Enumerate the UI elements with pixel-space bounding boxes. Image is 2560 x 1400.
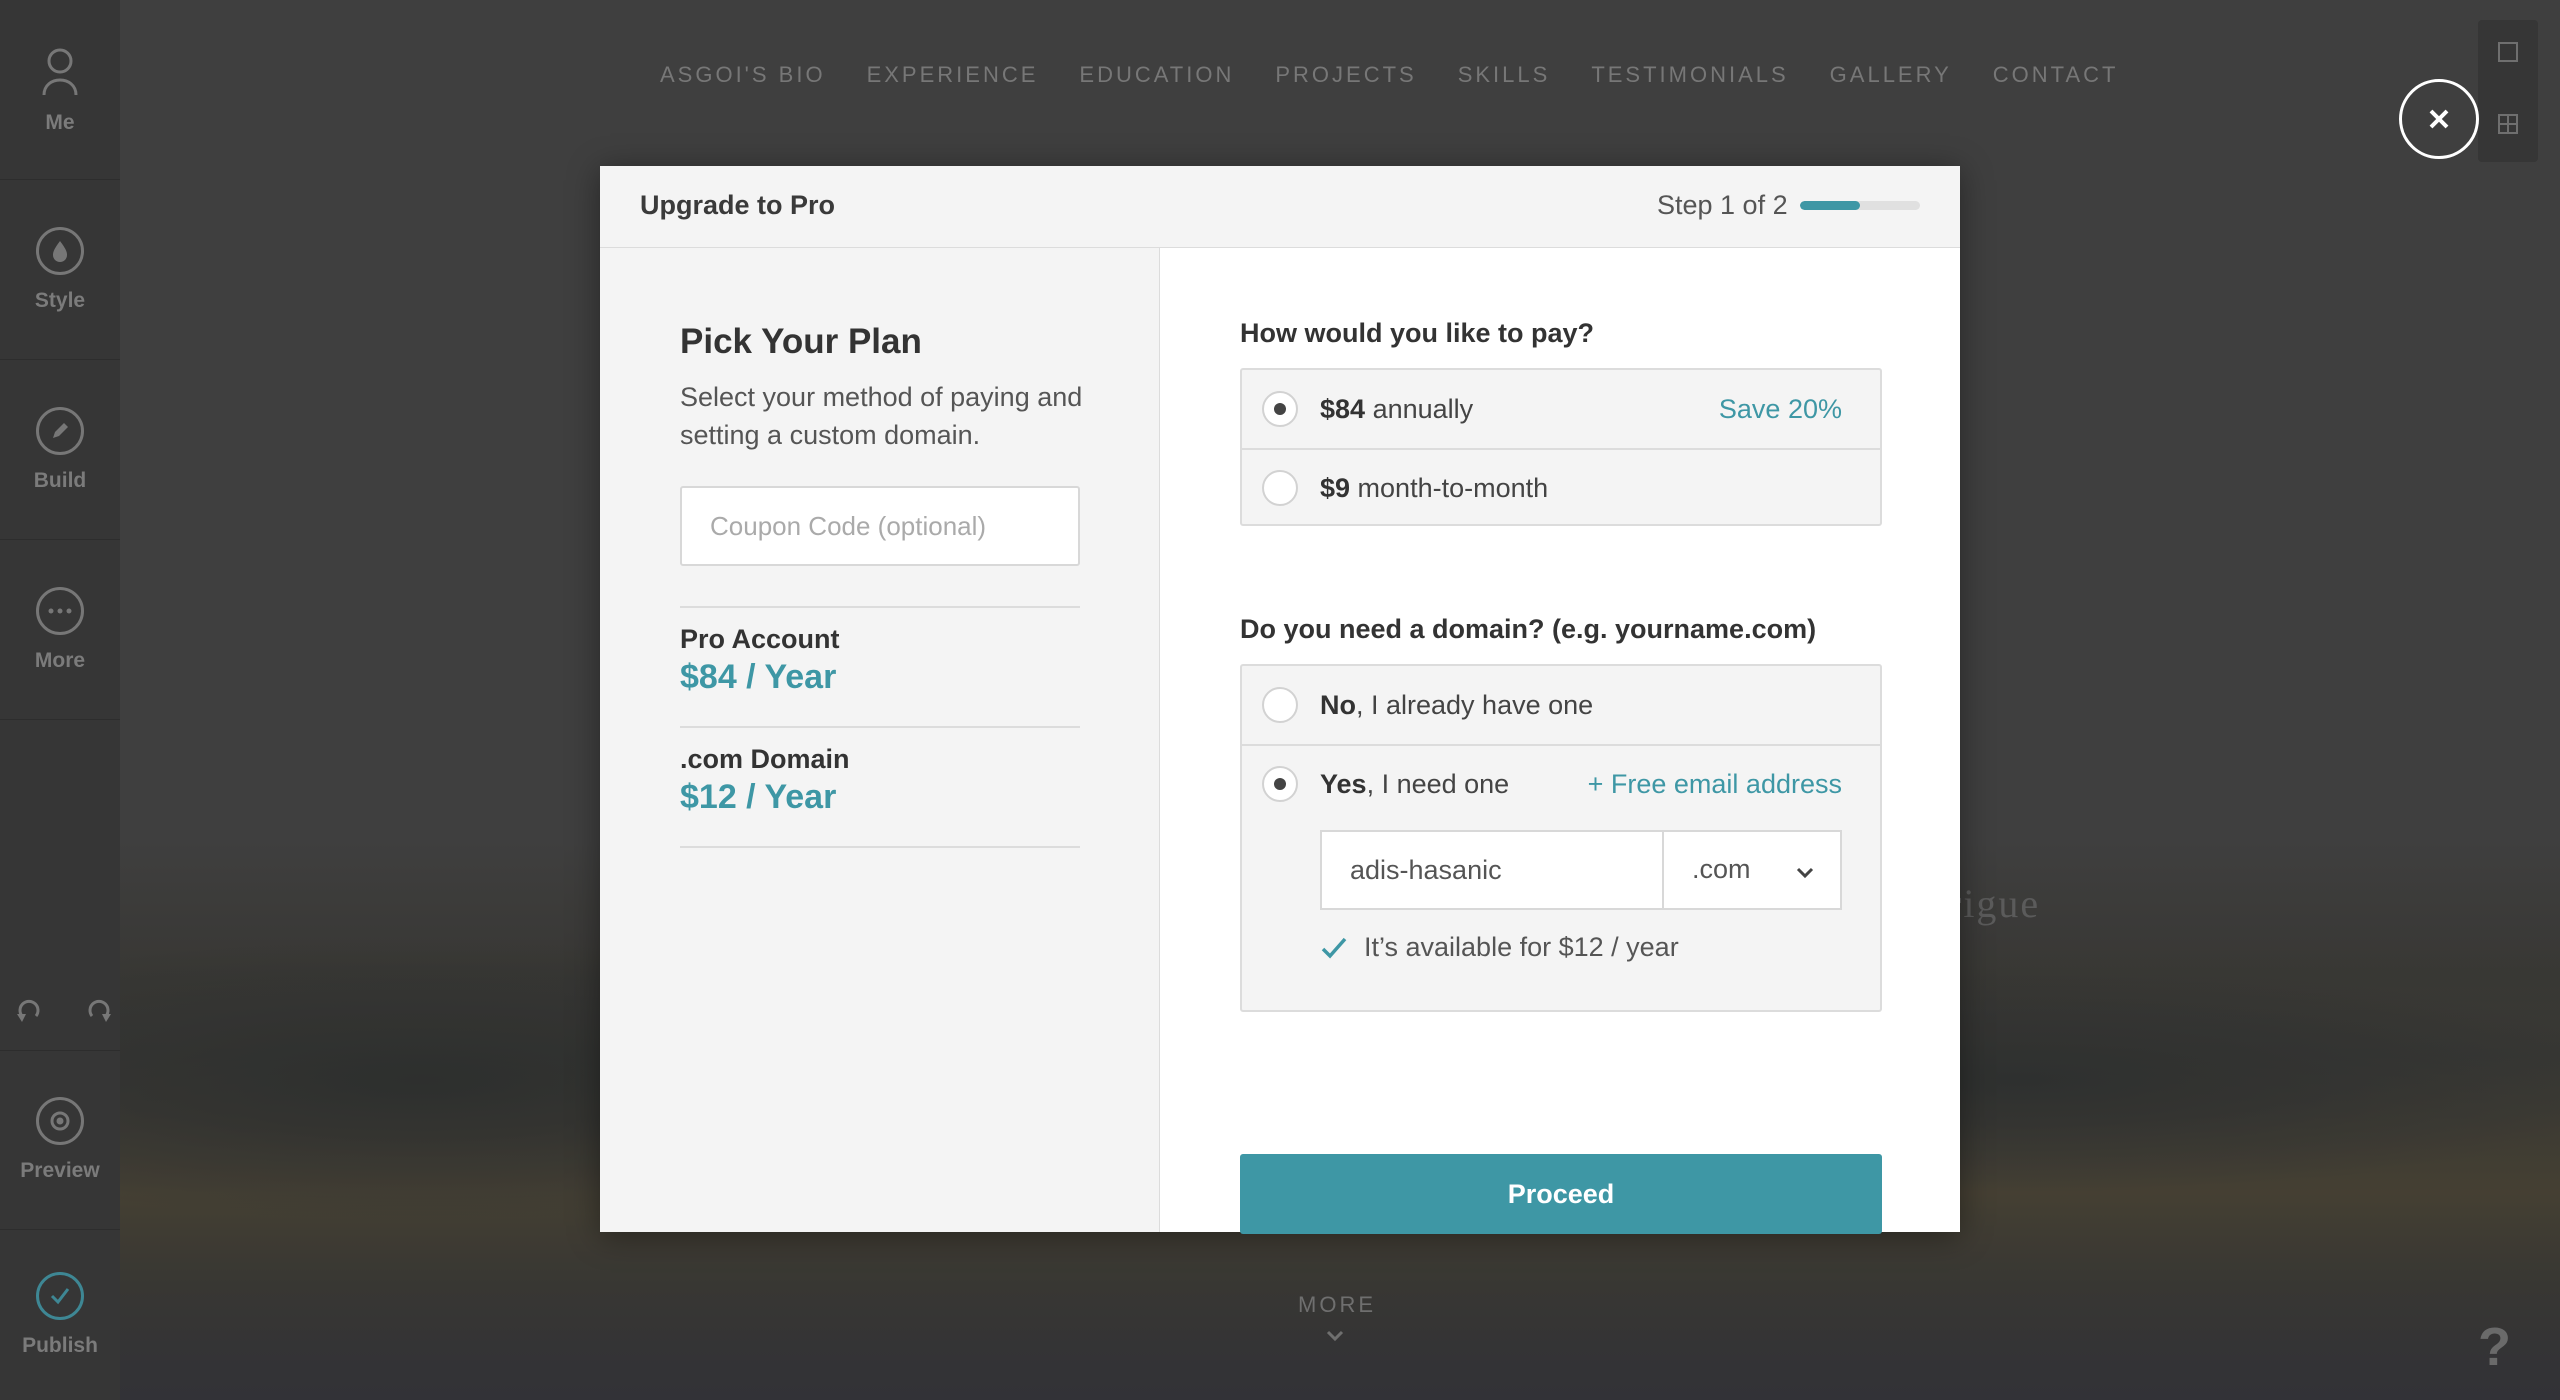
pick-plan-heading: Pick Your Plan bbox=[680, 322, 922, 361]
step-indicator-text: Step 1 of 2 bbox=[1657, 190, 1788, 220]
proceed-button[interactable]: Proceed bbox=[1240, 1154, 1882, 1234]
radio-button[interactable] bbox=[1262, 687, 1298, 723]
sidebar-item-build[interactable]: Build bbox=[0, 360, 120, 540]
option-text: Yes, I need one bbox=[1320, 769, 1509, 800]
availability-text: It’s available for $12 / year bbox=[1364, 932, 1679, 962]
summary-item-label: Pro Account bbox=[680, 624, 840, 654]
option-description: annually bbox=[1365, 393, 1474, 424]
option-amount: $9 bbox=[1320, 472, 1351, 503]
chevron-down-icon bbox=[1796, 867, 1814, 879]
option-description: , I need one bbox=[1366, 768, 1510, 799]
payment-option-monthly[interactable]: $9 month-to-month bbox=[1242, 448, 1880, 526]
droplet-icon bbox=[36, 226, 84, 275]
close-modal-button[interactable] bbox=[2399, 79, 2479, 159]
sidebar-item-more[interactable]: More bbox=[0, 540, 120, 720]
nav-item-experience[interactable]: EXPERIENCE bbox=[867, 62, 1039, 88]
right-toolbar bbox=[2478, 20, 2538, 162]
redo-icon[interactable] bbox=[84, 996, 114, 1026]
nav-item-education[interactable]: EDUCATION bbox=[1079, 62, 1234, 88]
option-text: No, I already have one bbox=[1320, 690, 1593, 721]
check-circle-icon bbox=[36, 1272, 84, 1320]
domain-question: Do you need a domain? (e.g. yourname.com… bbox=[1240, 614, 1817, 644]
sidebar-item-publish[interactable]: Publish bbox=[0, 1230, 120, 1400]
more-link[interactable]: MORE bbox=[1298, 1292, 1376, 1318]
tld-select[interactable]: .com bbox=[1662, 830, 1842, 910]
sidebar-item-label: Style bbox=[34, 288, 86, 312]
modal-header: Upgrade to Pro Step 1 of 2 bbox=[600, 166, 1960, 248]
editor-sidebar: Me Style Build More Preview Publish bbox=[0, 0, 120, 1400]
checkmark-icon bbox=[1321, 937, 1347, 959]
sidebar-item-me[interactable]: Me bbox=[0, 0, 120, 180]
background-text-fragment: rigue bbox=[1948, 881, 2041, 926]
option-emphasis: Yes bbox=[1320, 768, 1367, 799]
pencil-icon bbox=[36, 406, 84, 455]
sidebar-item-label: Me bbox=[45, 110, 75, 134]
summary-item-label: .com Domain bbox=[680, 744, 850, 774]
savings-note: Save 20% bbox=[1718, 393, 1842, 424]
sidebar-item-style[interactable]: Style bbox=[0, 180, 120, 360]
help-button[interactable]: ? bbox=[2478, 1316, 2511, 1378]
close-icon bbox=[2429, 109, 2449, 129]
nav-item-projects[interactable]: PROJECTS bbox=[1275, 62, 1416, 88]
eye-icon bbox=[36, 1097, 84, 1145]
upgrade-modal: Upgrade to Pro Step 1 of 2 Pick Your Pla… bbox=[600, 166, 1960, 1234]
summary-item-price: $12 / Year bbox=[680, 778, 837, 816]
radio-button[interactable] bbox=[1262, 391, 1298, 427]
option-text: $9 month-to-month bbox=[1320, 473, 1548, 504]
option-amount: $84 bbox=[1320, 393, 1366, 424]
summary-item-price: $84 / Year bbox=[680, 658, 837, 696]
domain-option-no[interactable]: No, I already have one bbox=[1242, 666, 1880, 744]
divider bbox=[680, 846, 1080, 848]
nav-item-gallery[interactable]: GALLERY bbox=[1830, 62, 1952, 88]
free-email-note: + Free email address bbox=[1587, 768, 1842, 799]
divider bbox=[680, 726, 1080, 728]
tld-selected-value: .com bbox=[1692, 854, 1751, 884]
sidebar-item-label: Preview bbox=[20, 1159, 100, 1182]
coupon-code-input[interactable] bbox=[680, 486, 1080, 566]
option-emphasis: No bbox=[1320, 689, 1356, 720]
nav-item-bio[interactable]: ASGOI'S BIO bbox=[660, 62, 826, 88]
domain-name-input[interactable] bbox=[1320, 830, 1664, 910]
options-pane: How would you like to pay? $84 annually … bbox=[1160, 248, 1960, 1234]
nav-item-contact[interactable]: CONTACT bbox=[1993, 62, 2119, 88]
radio-button[interactable] bbox=[1262, 470, 1298, 506]
more-dots-icon bbox=[36, 586, 84, 635]
payment-question: How would you like to pay? bbox=[1240, 318, 1595, 348]
chevron-down-icon[interactable] bbox=[1325, 1326, 1345, 1346]
payment-options: $84 annually Save 20% $9 month-to-month bbox=[1240, 368, 1882, 526]
sidebar-item-label: More bbox=[34, 648, 86, 672]
page-settings-icon[interactable] bbox=[2498, 42, 2518, 62]
step-progress-fill bbox=[1800, 201, 1860, 210]
site-nav: ASGOI'S BIO EXPERIENCE EDUCATION PROJECT… bbox=[660, 62, 2118, 88]
undo-redo-group bbox=[14, 996, 114, 1026]
grid-icon[interactable] bbox=[2498, 114, 2518, 134]
divider bbox=[680, 606, 1080, 608]
step-progress-bar bbox=[1800, 201, 1920, 210]
sidebar-item-label: Publish bbox=[22, 1334, 98, 1357]
payment-option-annual[interactable]: $84 annually Save 20% bbox=[1242, 370, 1880, 448]
modal-title: Upgrade to Pro bbox=[640, 190, 836, 220]
pick-plan-description: Select your method of paying and setting… bbox=[680, 382, 1083, 450]
option-description: , I already have one bbox=[1356, 689, 1594, 720]
domain-option-yes[interactable]: Yes, I need one + Free email address bbox=[1242, 744, 1880, 822]
nav-item-skills[interactable]: SKILLS bbox=[1458, 62, 1551, 88]
undo-icon[interactable] bbox=[14, 996, 44, 1026]
nav-item-testimonials[interactable]: TESTIMONIALS bbox=[1591, 62, 1788, 88]
radio-button[interactable] bbox=[1262, 766, 1298, 802]
plan-summary-pane: Pick Your Plan Select your method of pay… bbox=[600, 248, 1160, 1232]
option-description: month-to-month bbox=[1350, 472, 1549, 503]
option-text: $84 annually bbox=[1320, 394, 1473, 425]
sidebar-item-preview[interactable]: Preview bbox=[0, 1050, 120, 1230]
availability-status: It’s available for $12 / year bbox=[1320, 932, 1679, 963]
sidebar-item-label: Build bbox=[33, 468, 87, 492]
user-icon bbox=[42, 48, 78, 95]
domain-options: No, I already have one Yes, I need one +… bbox=[1240, 664, 1882, 1012]
